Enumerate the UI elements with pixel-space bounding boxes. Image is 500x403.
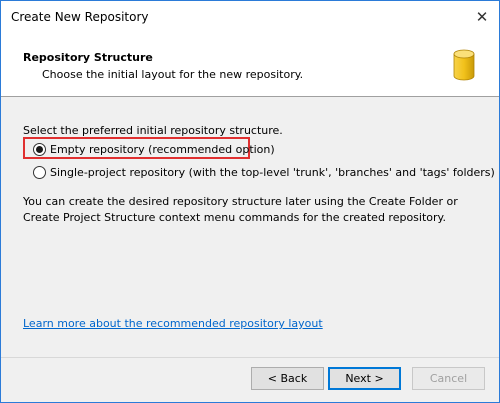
structure-prompt: Select the preferred initial repository … [23,124,283,137]
learn-more-link[interactable]: Learn more about the recommended reposit… [23,317,323,330]
footer-divider [1,357,499,358]
single-project-label: Single-project repository (with the top-… [50,166,495,179]
single-project-radio[interactable] [33,166,46,179]
empty-repository-radio[interactable] [33,143,46,156]
cancel-button[interactable]: Cancel [412,367,485,390]
database-icon [453,49,475,81]
close-icon: ✕ [475,7,489,26]
back-button[interactable]: < Back [251,367,324,390]
single-project-option[interactable]: Single-project repository (with the top-… [33,166,495,179]
title-bar: Create New Repository ✕ [1,1,499,32]
window-title: Create New Repository [11,10,149,24]
close-button[interactable]: ✕ [465,1,499,32]
empty-repository-label: Empty repository (recommended option) [50,143,275,156]
empty-repository-option[interactable]: Empty repository (recommended option) [33,143,275,156]
wizard-content: Select the preferred initial repository … [1,97,499,355]
header-subtitle: Choose the initial layout for the new re… [42,68,304,81]
dialog-window: Create New Repository ✕ Repository Struc… [0,0,500,403]
header-title: Repository Structure [23,51,153,64]
next-button[interactable]: Next > [328,367,401,390]
wizard-header: Repository Structure Choose the initial … [1,32,499,97]
info-text: You can create the desired repository st… [23,195,458,224]
